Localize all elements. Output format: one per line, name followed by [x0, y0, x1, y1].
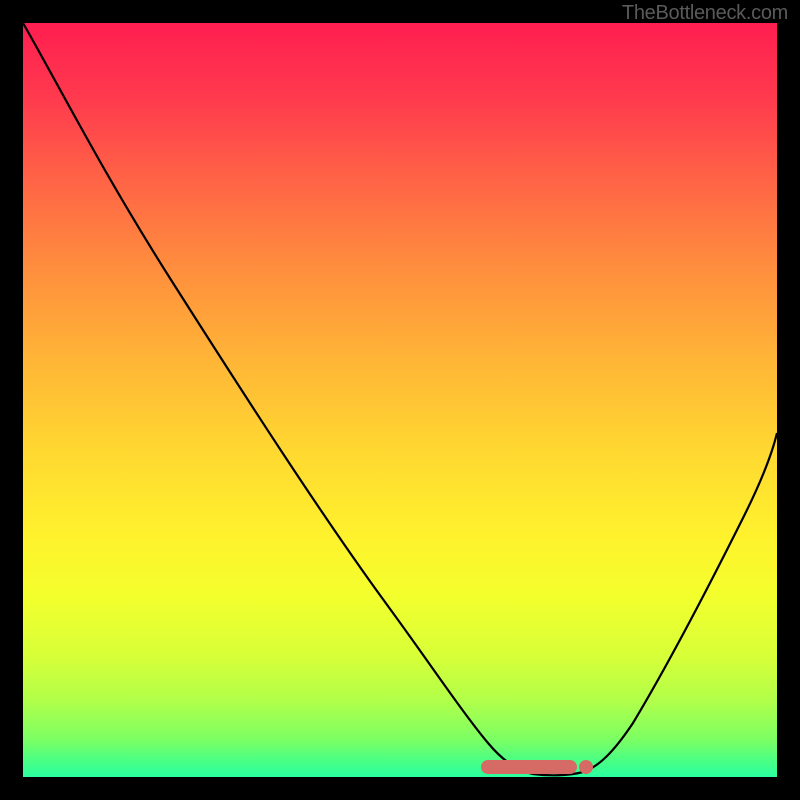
chart-curve-svg: [23, 23, 777, 777]
bottleneck-curve-path: [23, 23, 777, 775]
watermark-text: TheBottleneck.com: [622, 2, 788, 25]
optimal-point-marker: [579, 760, 593, 774]
chart-plot-area: [23, 23, 777, 777]
optimal-range-marker: [481, 760, 577, 774]
chart-frame: [23, 23, 777, 777]
